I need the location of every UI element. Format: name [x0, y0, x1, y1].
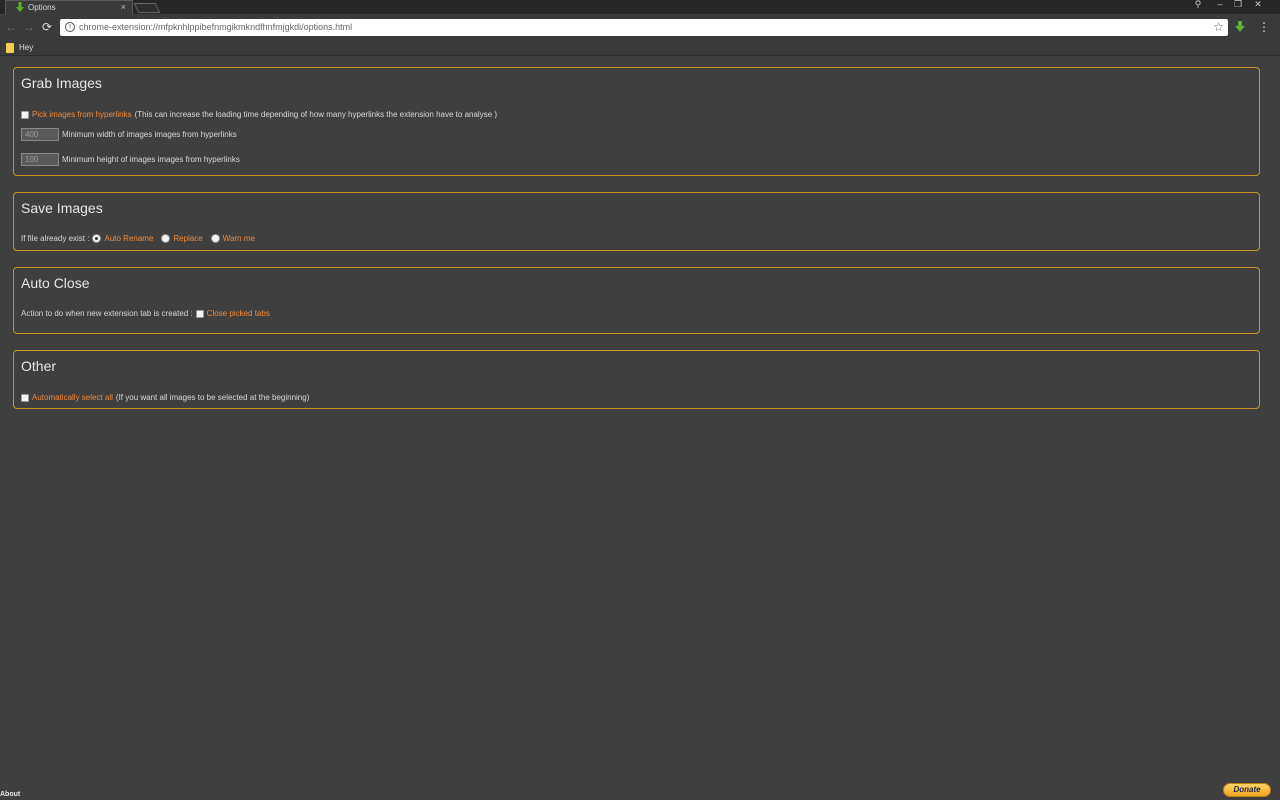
file-exist-prompt: If file already exist : — [21, 234, 90, 243]
auto-rename-label[interactable]: Auto Rename — [104, 234, 153, 243]
panel-title: Other — [21, 358, 57, 374]
panel-title: Save Images — [21, 200, 103, 216]
min-height-label: Minimum height of images images from hyp… — [62, 155, 240, 164]
extension-download-icon[interactable] — [1234, 21, 1246, 33]
info-icon[interactable]: i — [65, 22, 75, 32]
min-height-row: 100 Minimum height of images images from… — [21, 153, 240, 166]
min-width-row: 400 Minimum width of images images from … — [21, 128, 237, 141]
panel-title: Grab Images — [21, 75, 102, 91]
new-tab-button[interactable] — [133, 3, 161, 13]
save-images-panel: Save Images If file already exist : Auto… — [13, 192, 1260, 251]
panel-title: Auto Close — [21, 275, 90, 291]
pick-hyperlinks-label[interactable]: Pick images from hyperlinks — [32, 110, 132, 119]
auto-rename-radio[interactable] — [92, 234, 102, 243]
bookmark-folder-icon — [6, 43, 14, 53]
reload-icon[interactable]: ⟳ — [40, 20, 54, 34]
minimize-icon[interactable]: – — [1210, 0, 1230, 10]
pick-hyperlinks-checkbox[interactable] — [21, 110, 29, 119]
forward-arrow-icon[interactable]: → — [22, 20, 36, 34]
min-width-input[interactable]: 400 — [21, 128, 59, 141]
replace-label[interactable]: Replace — [173, 234, 202, 243]
donate-button[interactable]: Donate — [1223, 783, 1271, 797]
select-all-label[interactable]: Automatically select all — [32, 393, 113, 402]
url-text[interactable]: chrome-extension://mfpknhlppibefnmgikmkn… — [79, 22, 352, 32]
select-all-row: Automatically select all (If you want al… — [21, 393, 309, 402]
download-arrow-icon — [16, 2, 24, 12]
replace-radio[interactable] — [161, 234, 171, 243]
other-panel: Other Automatically select all (If you w… — [13, 350, 1260, 409]
select-all-checkbox[interactable] — [21, 393, 29, 402]
browser-tab[interactable]: Options × — [5, 0, 133, 15]
pick-hyperlinks-note: (This can increase the loading time depe… — [134, 110, 498, 119]
min-width-label: Minimum width of images images from hype… — [62, 130, 237, 139]
file-exist-row: If file already exist : Auto Rename Repl… — [21, 234, 255, 243]
close-window-icon[interactable]: ✕ — [1248, 0, 1268, 10]
about-link[interactable]: About — [0, 791, 20, 798]
tab-title: Options — [28, 3, 56, 12]
auto-close-prompt: Action to do when new extension tab is c… — [21, 309, 193, 318]
close-picked-tabs-checkbox[interactable] — [195, 309, 204, 318]
user-icon[interactable]: ⚲ — [1188, 0, 1208, 10]
close-picked-tabs-label[interactable]: Close picked tabs — [207, 309, 270, 318]
address-bar[interactable]: i chrome-extension://mfpknhlppibefnmgikm… — [60, 19, 1228, 36]
warn-me-label[interactable]: Warn me — [223, 234, 255, 243]
warn-me-radio[interactable] — [210, 234, 220, 243]
pick-hyperlinks-row: Pick images from hyperlinks (This can in… — [21, 110, 497, 119]
bookmark-hey[interactable]: Hey — [19, 43, 33, 52]
title-bar: Options × ⚲ – ❐ ✕ — [0, 0, 1280, 15]
maximize-icon[interactable]: ❐ — [1228, 0, 1248, 10]
grab-images-panel: Grab Images Pick images from hyperlinks … — [13, 67, 1260, 176]
bookmarks-bar: Hey — [0, 41, 1280, 56]
bookmark-star-icon[interactable]: ☆ — [1213, 20, 1224, 34]
browser-toolbar: ← → ⟳ i chrome-extension://mfpknhlppibef… — [0, 15, 1280, 41]
menu-dots-icon[interactable]: ⋮ — [1258, 20, 1270, 34]
select-all-note: (If you want all images to be selected a… — [115, 393, 310, 402]
auto-close-row: Action to do when new extension tab is c… — [21, 309, 270, 318]
auto-close-panel: Auto Close Action to do when new extensi… — [13, 267, 1260, 334]
back-arrow-icon[interactable]: ← — [4, 20, 18, 34]
tab-close-icon[interactable]: × — [121, 2, 126, 12]
min-height-input[interactable]: 100 — [21, 153, 59, 166]
